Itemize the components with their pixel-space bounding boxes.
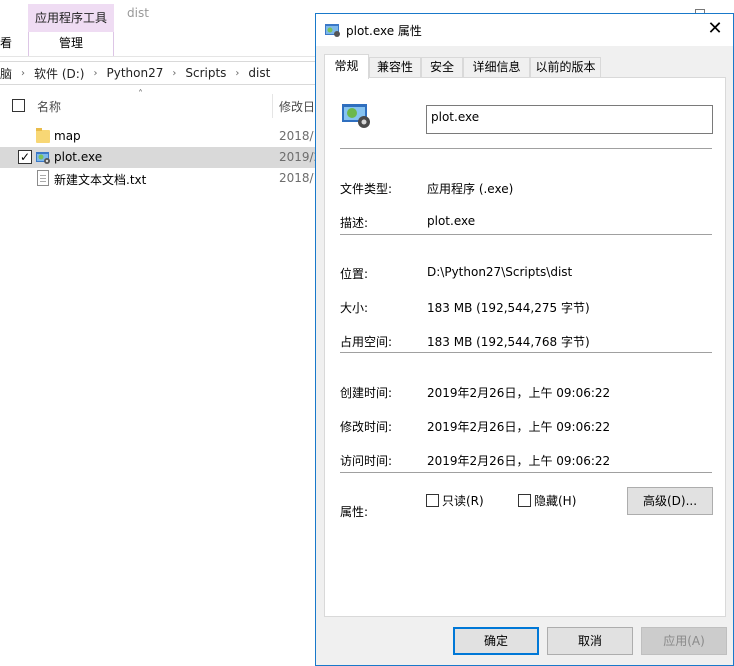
file-name: map [54, 129, 81, 143]
file-row-plot-exe[interactable]: ✓ plot.exe 2019/2 [0, 147, 316, 168]
close-icon[interactable]: ✕ [705, 18, 725, 40]
size-on-disk-label: 占用空间: [340, 335, 393, 349]
cancel-button[interactable]: 取消 [547, 627, 633, 655]
dialog-title-bar[interactable]: plot.exe 属性 ✕ [316, 14, 733, 46]
readonly-label: 只读(R) [442, 494, 484, 508]
file-row-new-text-doc[interactable]: 新建文本文档.txt 2018/1 [0, 168, 316, 189]
column-header-row: ˄ 名称 修改日 [0, 89, 316, 120]
file-name: plot.exe [54, 150, 103, 164]
chevron-right-icon[interactable]: › [21, 68, 25, 79]
tab-details[interactable]: 详细信息 [463, 57, 530, 78]
divider [340, 234, 712, 235]
location-value: D:\Python27\Scripts\dist [427, 265, 573, 279]
readonly-checkbox[interactable]: 只读(R) [426, 492, 484, 509]
ok-button[interactable]: 确定 [453, 627, 539, 655]
tab-general[interactable]: 常规 [324, 54, 369, 79]
breadcrumb-item-drive[interactable]: 软件 (D:) [34, 65, 84, 82]
file-row-map[interactable]: map 2018/1 [0, 126, 316, 147]
breadcrumb-item-dist[interactable]: dist [248, 66, 270, 80]
tab-security[interactable]: 安全 [421, 57, 463, 78]
file-name-input[interactable]: plot.exe [426, 105, 713, 134]
created-value: 2019年2月26日，上午 09:06:22 [427, 386, 611, 400]
divider [340, 352, 712, 353]
window-title: dist [127, 6, 149, 20]
chevron-right-icon[interactable]: › [172, 68, 176, 79]
accessed-label: 访问时间: [340, 454, 393, 468]
sort-ascending-icon: ˄ [138, 89, 143, 100]
breadcrumb-item-python27[interactable]: Python27 [106, 66, 163, 80]
chevron-right-icon[interactable]: › [93, 68, 97, 79]
general-tab-panel: plot.exe 文件类型: 应用程序 (.exe) 描述: plot.exe … [324, 77, 726, 617]
modified-value: 2019年2月26日，上午 09:06:22 [427, 420, 611, 434]
modified-label: 修改时间: [340, 420, 393, 434]
ribbon-tab-view[interactable]: 看 [0, 32, 20, 56]
properties-dialog: plot.exe 属性 ✕ 常规 兼容性 安全 详细信息 以前的版本 plot.… [315, 13, 734, 666]
dialog-title: plot.exe 属性 [346, 24, 422, 38]
breadcrumb-item-this-pc[interactable]: 脑 [0, 65, 12, 82]
hidden-label: 隐藏(H) [534, 494, 577, 508]
chevron-right-icon[interactable]: › [235, 68, 239, 79]
exe-icon [325, 24, 340, 37]
divider [340, 148, 712, 149]
file-type-value: 应用程序 (.exe) [427, 182, 514, 196]
file-type-label: 文件类型: [340, 182, 393, 196]
description-label: 描述: [340, 216, 369, 230]
tab-compatibility[interactable]: 兼容性 [369, 57, 421, 78]
address-bar[interactable]: 脑 › 软件 (D:) › Python27 › Scripts › dist [0, 61, 316, 85]
ribbon-context-tab-app-tools[interactable]: 应用程序工具 [28, 4, 114, 32]
file-date: 2019/2 [279, 150, 316, 164]
file-date: 2018/1 [279, 171, 316, 185]
description-value: plot.exe [427, 214, 476, 228]
column-header-modified[interactable]: 修改日 [279, 98, 315, 115]
size-label: 大小: [340, 301, 369, 315]
size-value: 183 MB (192,544,275 字节) [427, 301, 590, 315]
attributes-label: 属性: [340, 505, 369, 519]
accessed-value: 2019年2月26日，上午 09:06:22 [427, 454, 611, 468]
advanced-button[interactable]: 高级(D)... [627, 487, 713, 515]
location-label: 位置: [340, 267, 369, 281]
tab-previous-versions[interactable]: 以前的版本 [530, 57, 601, 78]
breadcrumb-item-scripts[interactable]: Scripts [185, 66, 226, 80]
checkbox-box[interactable] [426, 494, 439, 507]
divider [340, 472, 712, 473]
column-divider[interactable] [272, 94, 273, 118]
apply-button[interactable]: 应用(A) [641, 627, 727, 655]
ribbon-divider [0, 56, 316, 57]
file-date: 2018/1 [279, 129, 316, 143]
checkbox-box[interactable] [518, 494, 531, 507]
folder-icon [36, 128, 50, 143]
file-name: 新建文本文档.txt [54, 173, 147, 187]
hidden-checkbox[interactable]: 隐藏(H) [518, 492, 576, 509]
column-header-name[interactable]: 名称 [37, 98, 61, 115]
created-label: 创建时间: [340, 386, 393, 400]
ribbon-tab-manage[interactable]: 管理 [28, 32, 114, 56]
exe-icon [36, 152, 50, 164]
exe-icon [342, 104, 370, 128]
size-on-disk-value: 183 MB (192,544,768 字节) [427, 335, 590, 349]
row-checkbox[interactable]: ✓ [18, 150, 32, 164]
text-file-icon [37, 170, 49, 186]
select-all-checkbox[interactable] [12, 99, 25, 112]
